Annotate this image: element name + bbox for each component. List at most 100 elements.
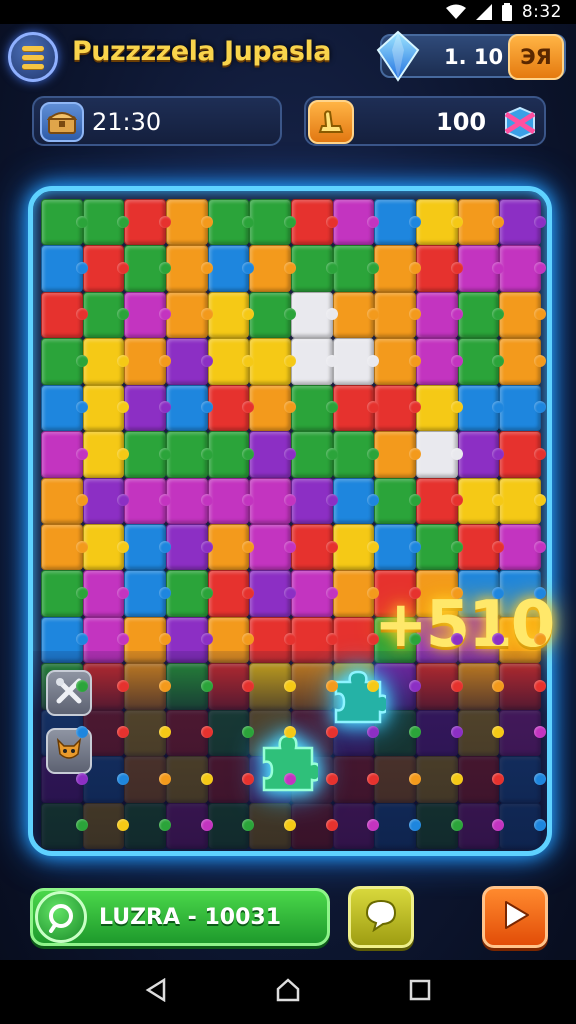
puzzle-tile[interactable] [41,384,88,432]
puzzle-tile[interactable] [82,431,129,478]
puzzle-tile[interactable] [332,802,379,849]
puzzle-tile[interactable] [499,431,546,478]
puzzle-tile[interactable] [374,199,421,246]
puzzle-tile[interactable] [249,199,296,246]
puzzle-tile[interactable] [207,802,254,849]
puzzle-tile[interactable] [499,663,546,710]
menu-button[interactable] [8,32,58,82]
puzzle-tile[interactable] [124,431,171,478]
puzzle-tile[interactable] [207,709,254,757]
puzzle-tile[interactable] [124,756,171,803]
puzzle-tile[interactable] [457,802,504,849]
puzzle-tile[interactable] [416,709,463,757]
puzzle-tile[interactable] [166,756,213,803]
puzzle-tile[interactable] [124,616,171,664]
puzzle-tile[interactable] [457,477,504,524]
puzzle-tile[interactable] [457,756,504,803]
puzzle-tile[interactable] [374,477,421,524]
nav-home-button[interactable] [268,972,308,1012]
puzzle-tile[interactable] [166,338,213,385]
puzzle-tile[interactable] [249,663,296,710]
puzzle-tile[interactable] [41,616,88,664]
puzzle-tile[interactable] [41,477,88,524]
play-button[interactable] [482,886,548,948]
puzzle-tile[interactable] [291,663,338,710]
puzzle-tile[interactable] [82,477,129,524]
puzzle-tile[interactable] [166,616,213,664]
puzzle-tile[interactable] [166,802,213,849]
puzzle-tile[interactable] [457,709,504,757]
tools-button[interactable] [46,670,92,716]
puzzle-tile[interactable] [499,756,546,803]
green-puzzle-piece-icon[interactable] [258,732,322,798]
puzzle-tile[interactable] [291,802,338,849]
puzzle-tile[interactable] [499,477,546,524]
puzzle-tile[interactable] [332,291,379,339]
puzzle-tile[interactable] [416,384,463,432]
puzzle-tile[interactable] [82,523,129,571]
puzzle-tile[interactable] [499,291,546,339]
puzzle-tile[interactable] [124,338,171,385]
puzzle-tile[interactable] [416,338,463,385]
puzzle-tile[interactable] [332,431,379,478]
puzzle-tile[interactable] [124,291,171,339]
puzzle-tile[interactable] [332,245,379,292]
puzzle-tile[interactable] [82,384,129,432]
puzzle-tile[interactable] [416,756,463,803]
puzzle-tile[interactable] [124,477,171,524]
nav-recents-button[interactable] [400,972,440,1012]
puzzle-tile[interactable] [249,802,296,849]
puzzle-tile[interactable] [291,477,338,524]
puzzle-tile[interactable] [457,338,504,385]
puzzle-tile[interactable] [332,570,379,617]
puzzle-tile[interactable] [291,199,338,246]
puzzle-tile[interactable] [499,523,546,571]
puzzle-tile[interactable] [166,663,213,710]
puzzle-tile[interactable] [291,338,338,385]
puzzle-tile[interactable] [416,199,463,246]
puzzle-tile[interactable] [499,245,546,292]
puzzle-tile[interactable] [416,431,463,478]
puzzle-tile[interactable] [166,570,213,617]
puzzle-tile[interactable] [332,523,379,571]
puzzle-tile[interactable] [499,802,546,849]
puzzle-tile[interactable] [166,431,213,478]
puzzle-tile[interactable] [332,199,379,246]
puzzle-tile[interactable] [124,245,171,292]
puzzle-tile[interactable] [457,245,504,292]
puzzle-tile[interactable] [332,477,379,524]
puzzle-tile[interactable] [374,338,421,385]
puzzle-tile[interactable] [82,570,129,617]
puzzle-tile[interactable] [207,523,254,571]
puzzle-tile[interactable] [166,245,213,292]
puzzle-tile[interactable] [291,523,338,571]
puzzle-tile[interactable] [374,431,421,478]
puzzle-tile[interactable] [249,291,296,339]
puzzle-tile[interactable] [207,384,254,432]
puzzle-tile[interactable] [124,570,171,617]
puzzle-tile[interactable] [249,245,296,292]
puzzle-tile[interactable] [499,199,546,246]
puzzle-tile[interactable] [41,245,88,292]
puzzle-tile[interactable] [332,384,379,432]
puzzle-tile[interactable] [166,477,213,524]
puzzle-tile[interactable] [124,199,171,246]
puzzle-tile[interactable] [207,756,254,803]
puzzle-tile[interactable] [291,431,338,478]
puzzle-tile[interactable] [82,802,129,849]
puzzle-tile[interactable] [166,384,213,432]
puzzle-tile[interactable] [207,291,254,339]
puzzle-tile[interactable] [249,431,296,478]
puzzle-tile[interactable] [457,291,504,339]
puzzle-tile[interactable] [457,384,504,432]
puzzle-tile[interactable] [332,338,379,385]
puzzle-tile[interactable] [332,756,379,803]
puzzle-tile[interactable] [124,802,171,849]
puzzle-tile[interactable] [124,384,171,432]
puzzle-tile[interactable] [374,245,421,292]
puzzle-tile[interactable] [291,291,338,339]
puzzle-tile[interactable] [249,570,296,617]
puzzle-tile[interactable] [124,663,171,710]
puzzle-tile[interactable] [207,477,254,524]
puzzle-tile[interactable] [41,291,88,339]
